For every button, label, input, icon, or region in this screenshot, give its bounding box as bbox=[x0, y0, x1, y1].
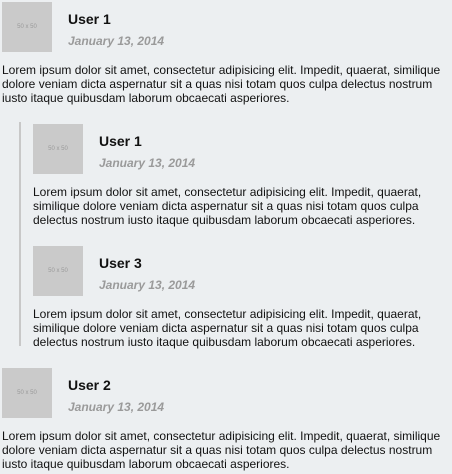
comment-date: January 13, 2014 bbox=[99, 278, 196, 292]
comment-author: User 1 bbox=[68, 11, 111, 27]
avatar: 50 x 50 bbox=[33, 124, 83, 174]
comment-text: Lorem ipsum dolor sit amet, consectetur … bbox=[2, 63, 441, 105]
comment-text: Lorem ipsum dolor sit amet, consectetur … bbox=[2, 429, 441, 471]
comment-author: User 3 bbox=[99, 255, 142, 271]
avatar: 50 x 50 bbox=[2, 2, 52, 52]
comment-date: January 13, 2014 bbox=[99, 156, 196, 170]
comment-author: User 1 bbox=[99, 133, 142, 149]
comment-text: Lorem ipsum dolor sit amet, consectetur … bbox=[33, 185, 422, 227]
reply-comment: 50 x 50 User 1 January 13, 2014 Lorem ip… bbox=[33, 124, 433, 228]
comment-text: Lorem ipsum dolor sit amet, consectetur … bbox=[33, 307, 422, 349]
reply-thread-line bbox=[19, 122, 21, 346]
comment: 50 x 50 User 2 January 13, 2014 Lorem ip… bbox=[2, 368, 448, 472]
comment-date: January 13, 2014 bbox=[68, 34, 165, 48]
avatar: 50 x 50 bbox=[2, 368, 52, 418]
comment-date: January 13, 2014 bbox=[68, 400, 165, 414]
comment: 50 x 50 User 1 January 13, 2014 Lorem ip… bbox=[2, 2, 448, 106]
comment-author: User 2 bbox=[68, 377, 111, 393]
avatar: 50 x 50 bbox=[33, 246, 83, 296]
reply-comment: 50 x 50 User 3 January 13, 2014 Lorem ip… bbox=[33, 246, 433, 350]
